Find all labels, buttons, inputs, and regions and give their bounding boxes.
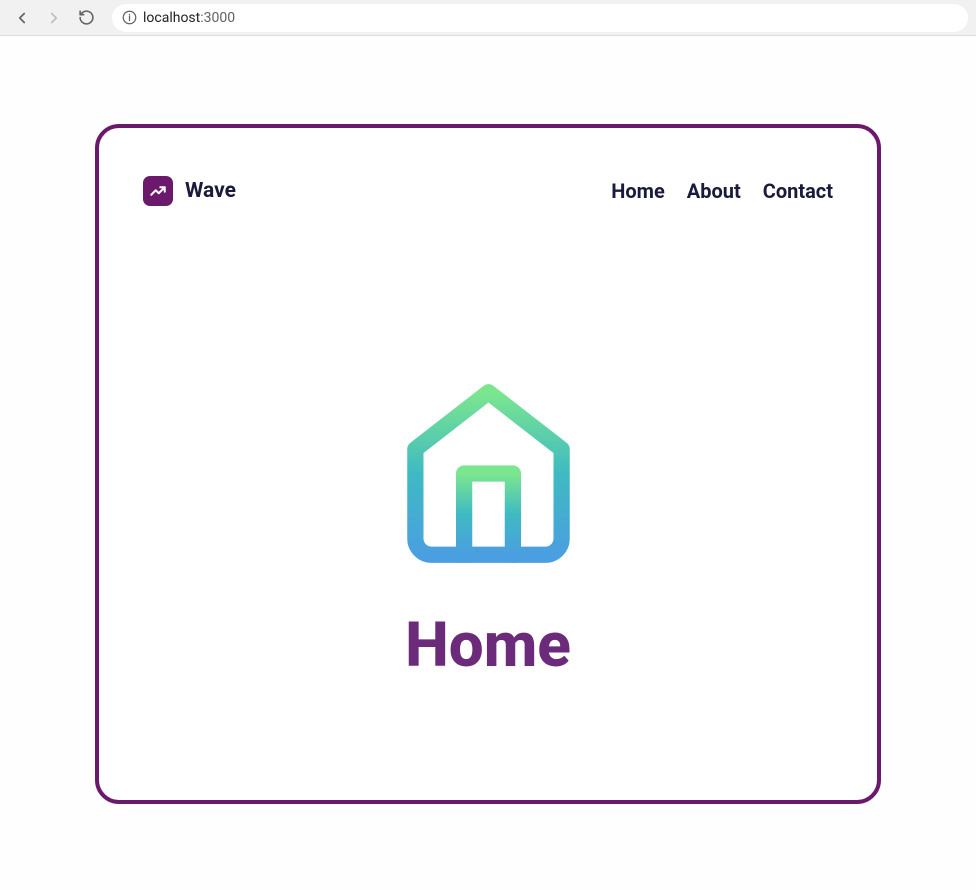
page-content: Wave Home About Contact — [0, 36, 976, 890]
brand-name: Wave — [185, 179, 236, 203]
main-content: Home — [143, 376, 833, 682]
back-button[interactable] — [8, 4, 36, 32]
forward-button[interactable] — [40, 4, 68, 32]
main-card: Wave Home About Contact — [95, 124, 881, 804]
nav-link-about[interactable]: About — [687, 179, 741, 203]
info-icon — [122, 10, 137, 25]
brand[interactable]: Wave — [143, 176, 236, 206]
nav-links: Home About Contact — [611, 179, 833, 203]
url-text: localhost:3000 — [143, 10, 235, 26]
page-title: Home — [405, 609, 571, 682]
reload-button[interactable] — [72, 4, 100, 32]
home-icon — [391, 376, 586, 571]
url-host: localhost — [143, 10, 200, 26]
address-bar[interactable]: localhost:3000 — [112, 4, 968, 32]
nav-link-contact[interactable]: Contact — [763, 179, 833, 203]
brand-logo-icon — [143, 176, 173, 206]
header: Wave Home About Contact — [143, 176, 833, 206]
nav-link-home[interactable]: Home — [611, 179, 665, 203]
browser-toolbar: localhost:3000 — [0, 0, 976, 36]
url-port: :3000 — [200, 10, 235, 26]
